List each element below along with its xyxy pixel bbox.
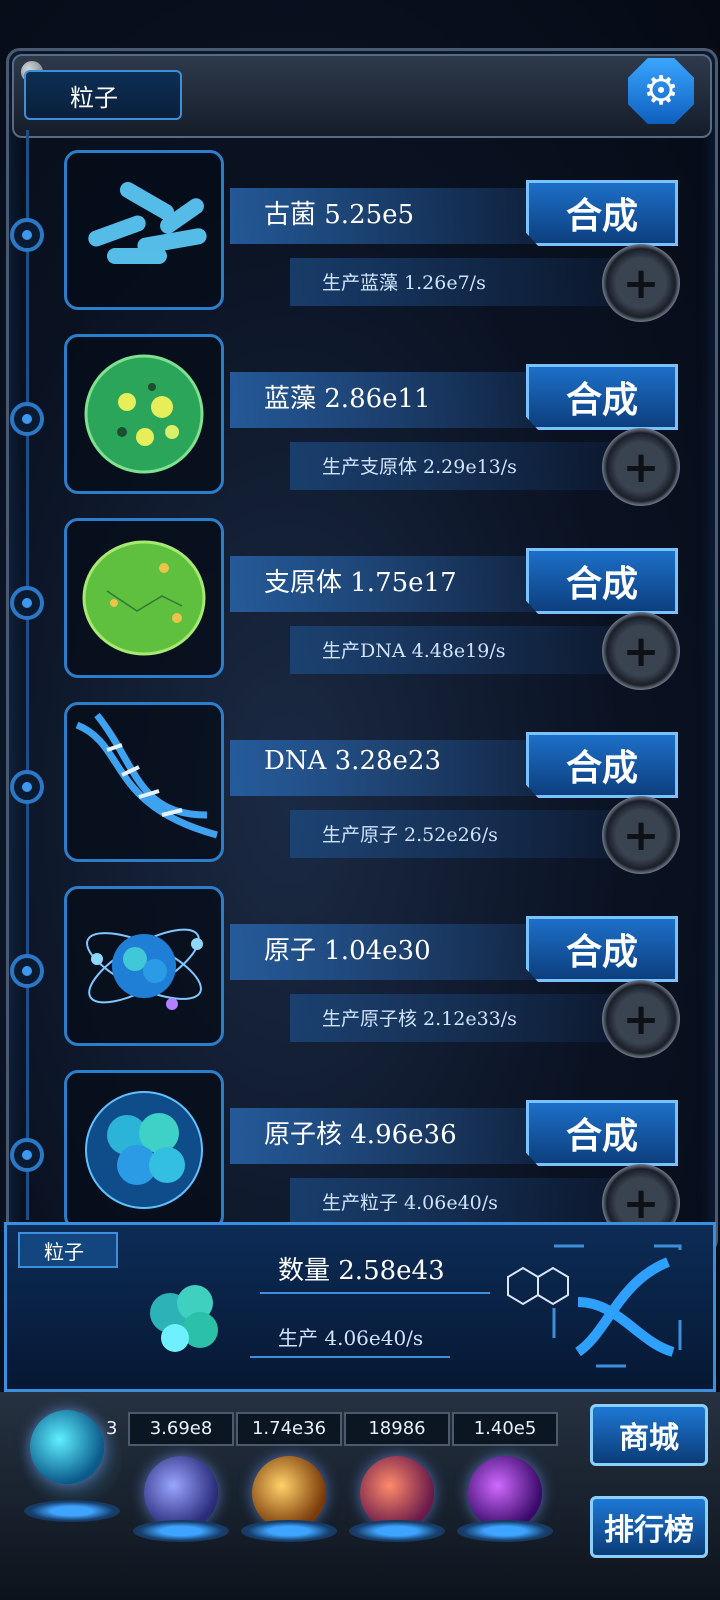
rail-node (10, 1138, 44, 1172)
item-name-count: DNA 3.28e23 (264, 746, 441, 776)
plus-icon: + (622, 1177, 660, 1229)
pedestal (457, 1520, 553, 1542)
rail-node (10, 218, 44, 252)
divider (260, 1292, 490, 1294)
plus-icon: + (622, 625, 660, 677)
particle-cluster-icon (150, 1285, 218, 1352)
panel-tag: 粒子 (18, 1232, 118, 1268)
archaea-icon (64, 150, 224, 310)
item-name-count: 蓝藻 2.86e11 (264, 384, 431, 414)
synthesize-button[interactable]: 合成 (526, 1100, 678, 1166)
leaderboard-button[interactable]: 排行榜 (590, 1496, 708, 1558)
upgrade-plus-button[interactable]: + (602, 428, 680, 506)
particle-rate: 生产 4.06e40/s (278, 1326, 424, 1350)
upgrade-plus-button[interactable]: + (602, 980, 680, 1058)
rail-node (10, 402, 44, 436)
plus-icon: + (622, 257, 660, 309)
production-rate: 生产原子 2.52e26/s (322, 824, 498, 846)
shop-button[interactable]: 商城 (590, 1404, 708, 1466)
item-row-atom: 原子 1.04e30 生产原子核 2.12e33/s 合成 + (0, 886, 720, 1066)
page-title: 粒子 (24, 70, 182, 120)
pedestal (241, 1520, 337, 1542)
upgrade-plus-button[interactable]: + (602, 796, 680, 874)
atom-icon (64, 886, 224, 1046)
item-row-dna: DNA 3.28e23 生产原子 2.52e26/s 合成 + (0, 702, 720, 882)
rail-node (10, 954, 44, 988)
mycoplasma-icon (64, 518, 224, 678)
production-rate: 生产原子核 2.12e33/s (322, 1008, 517, 1030)
brain-orb-button[interactable] (360, 1456, 434, 1530)
pedestal (133, 1520, 229, 1542)
rail-node (10, 586, 44, 620)
item-name-count: 原子 1.04e30 (264, 936, 431, 966)
gear-icon: ⚙ (643, 68, 679, 114)
synthesize-button[interactable]: 合成 (526, 916, 678, 982)
stat-value: 1.40e5 (452, 1412, 558, 1446)
pedestal (24, 1500, 120, 1522)
upgrade-plus-button[interactable]: + (602, 612, 680, 690)
item-row-mycoplasma: 支原体 1.75e17 生产DNA 4.48e19/s 合成 + (0, 518, 720, 698)
stat-partial: 3 (106, 1418, 118, 1439)
particle-orb-button[interactable] (30, 1410, 104, 1484)
rail-node (10, 770, 44, 804)
production-rate: 生产支原体 2.29e13/s (322, 456, 517, 478)
production-rate: 生产DNA 4.48e19/s (322, 640, 506, 662)
synthesize-button[interactable]: 合成 (526, 732, 678, 798)
pedestal (349, 1520, 445, 1542)
plus-icon: + (622, 441, 660, 493)
item-name-count: 原子核 4.96e36 (264, 1120, 457, 1150)
item-row-archaea: 古菌 5.25e5 生产蓝藻 1.26e7/s 合成 + (0, 150, 720, 330)
synthesize-button[interactable]: 合成 (526, 180, 678, 246)
item-name-count: 古菌 5.25e5 (264, 200, 415, 230)
energy-orb-button[interactable] (144, 1456, 218, 1530)
synthesize-button[interactable]: 合成 (526, 548, 678, 614)
plus-icon: + (622, 993, 660, 1045)
settings-button[interactable]: ⚙ (628, 58, 694, 124)
upgrade-plus-button[interactable]: + (602, 244, 680, 322)
cyanobacteria-icon (64, 334, 224, 494)
vortex-orb-button[interactable] (468, 1456, 542, 1530)
dna-icon (64, 702, 224, 862)
plus-icon: + (622, 809, 660, 861)
stat-value: 18986 (344, 1412, 450, 1446)
stat-value: 3.69e8 (128, 1412, 234, 1446)
synthesize-button[interactable]: 合成 (526, 364, 678, 430)
item-name-count: 支原体 1.75e17 (264, 568, 457, 598)
stat-value: 1.74e36 (236, 1412, 342, 1446)
particle-count: 数量 2.58e43 (278, 1256, 445, 1286)
production-rate: 生产蓝藻 1.26e7/s (322, 272, 486, 294)
production-rate: 生产粒子 4.06e40/s (322, 1192, 498, 1214)
fire-orb-button[interactable] (252, 1456, 326, 1530)
nucleus-icon (64, 1070, 224, 1230)
molecule-dna-emblem-icon (507, 1244, 682, 1368)
item-row-cyanobacteria: 蓝藻 2.86e11 生产支原体 2.29e13/s 合成 + (0, 334, 720, 514)
divider (250, 1356, 450, 1358)
